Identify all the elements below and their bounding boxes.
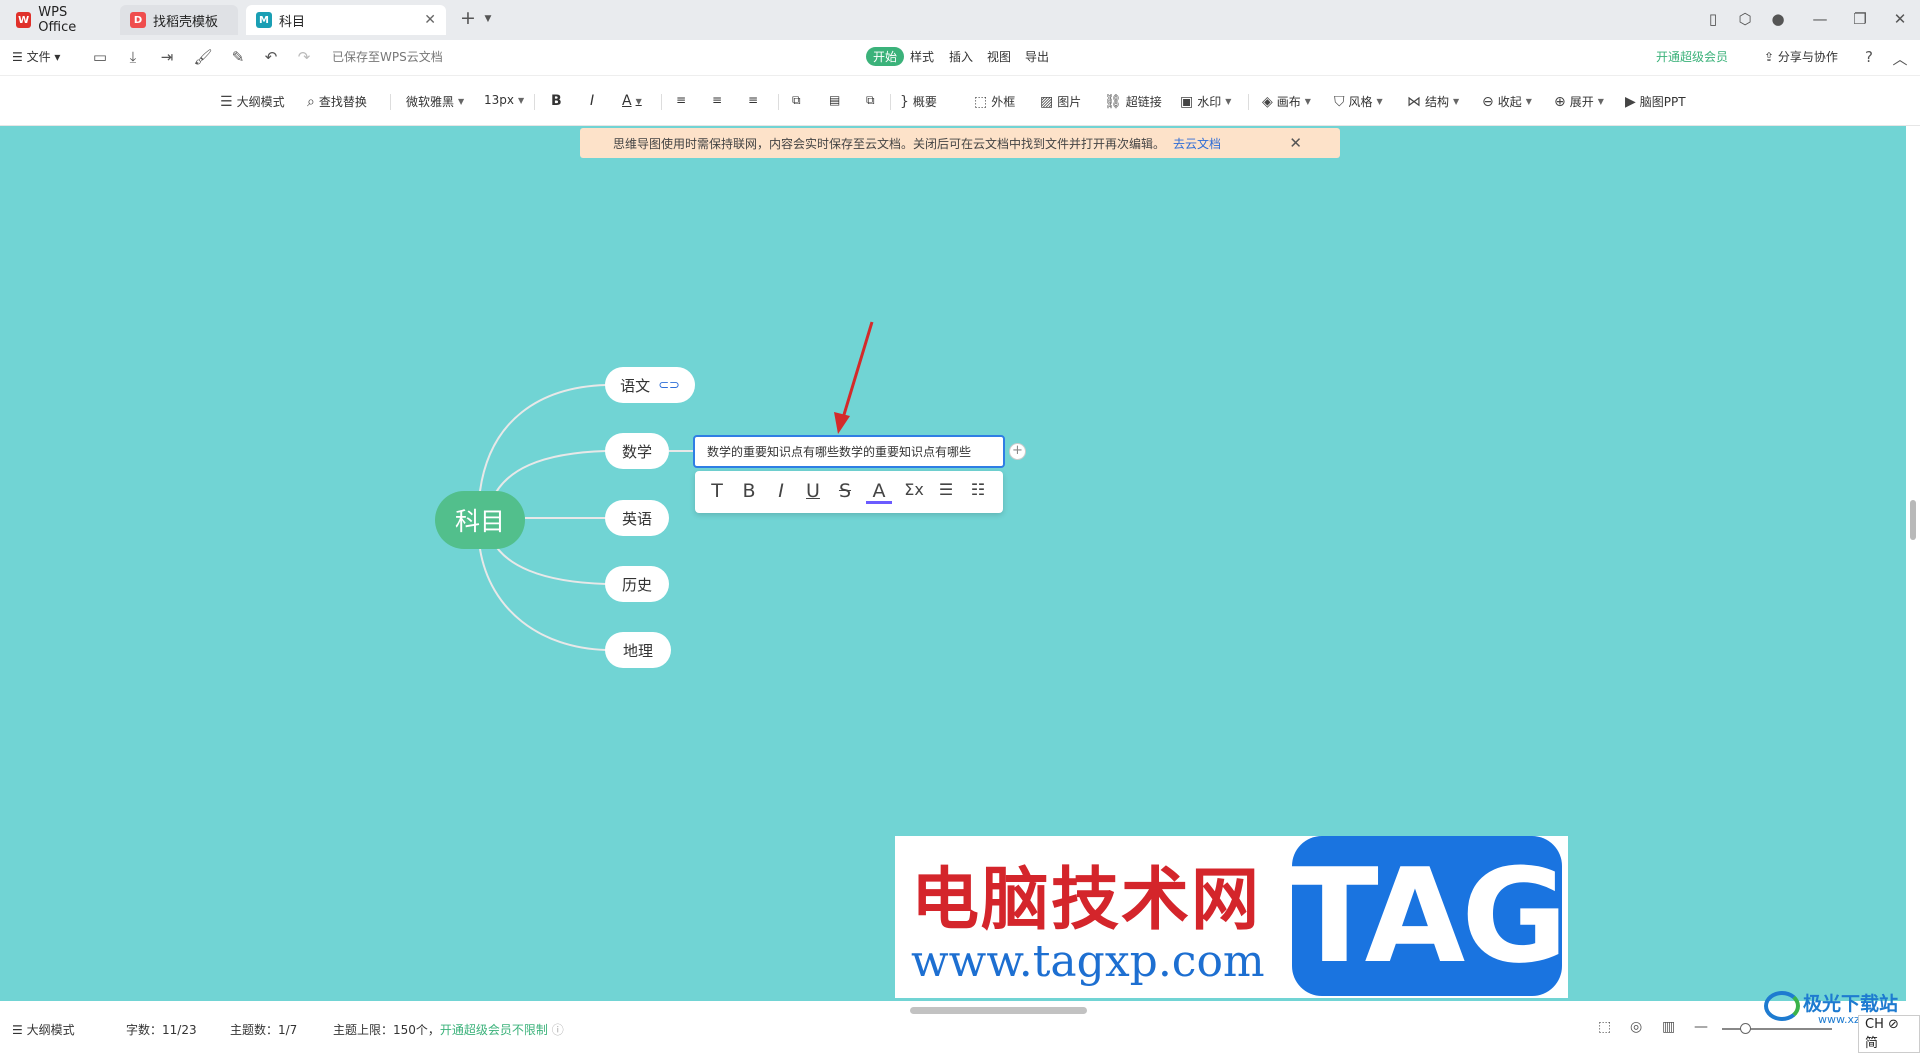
- ime-indicator[interactable]: CH ⊘ 简: [1858, 1015, 1920, 1053]
- watermark-title: 电脑技术网: [911, 860, 1262, 940]
- status-outline-label: 大纲模式: [26, 1023, 75, 1037]
- site-name: 极光下载站: [1803, 993, 1899, 1015]
- zoom-slider-handle[interactable]: [1740, 1023, 1751, 1034]
- zoom-out-icon[interactable]: —: [1694, 1019, 1708, 1035]
- topic-count: 主题数：1/7: [230, 1023, 298, 1037]
- watermark-url: www.tagxp.com: [911, 936, 1265, 987]
- help-icon[interactable]: ⓘ: [552, 1023, 564, 1037]
- map-icon[interactable]: ▥: [1662, 1019, 1675, 1035]
- topic-limit: 主题上限：150个，开通超级会员不限制 ⓘ: [333, 1021, 564, 1038]
- fit-screen-icon[interactable]: ⬚: [1598, 1019, 1611, 1035]
- status-outline-button[interactable]: ☰ 大纲模式: [12, 1021, 75, 1038]
- word-count: 字数：11/23: [126, 1023, 197, 1037]
- horizontal-scrollbar-thumb[interactable]: [910, 1007, 1087, 1014]
- locate-icon[interactable]: ◎: [1630, 1019, 1642, 1035]
- vip-unlimited-link[interactable]: 开通超级会员不限制: [440, 1023, 548, 1037]
- topic-limit-text: 主题上限：150个，: [333, 1023, 440, 1037]
- site-logo-icon: [1764, 991, 1800, 1021]
- watermark-tag-logo: TAG: [1290, 836, 1568, 996]
- site-watermark: 电脑技术网 www.tagxp.com TAG: [895, 836, 1568, 998]
